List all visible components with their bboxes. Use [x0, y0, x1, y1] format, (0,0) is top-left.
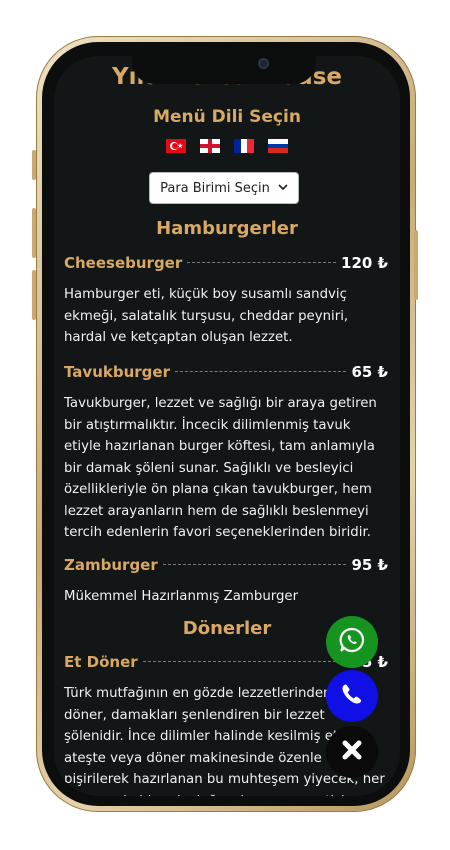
chevron-down-icon [278, 183, 288, 194]
dotted-leader [162, 564, 347, 565]
menu-item: Tavukburger 65 ₺ Tavukburger, lezzet ve … [64, 363, 388, 544]
item-name: Et Döner [64, 653, 138, 671]
item-price: 95 ₺ [351, 556, 388, 574]
power-button [414, 230, 418, 300]
close-icon [341, 739, 363, 765]
mute-switch [32, 150, 36, 180]
menu-item: Zamburger 95 ₺ Mükemmel Hazırlanmış Zamb… [64, 556, 388, 608]
dotted-leader [174, 371, 347, 372]
volume-up-button [32, 208, 36, 258]
item-description: Tavukburger, lezzet ve sağlığı bir araya… [64, 396, 377, 540]
currency-select[interactable]: Para Birimi Seçin [149, 172, 299, 204]
item-price: 65 ₺ [351, 363, 388, 381]
whatsapp-icon [338, 626, 366, 658]
phone-screen: Yıldız Steakhouse Menü Dili Seçin ★ Para… [54, 56, 400, 796]
dotted-leader [187, 262, 337, 263]
language-flags: ★ [54, 139, 400, 153]
item-name: Zamburger [64, 556, 158, 574]
phone-icon [339, 681, 365, 711]
turkish-flag-icon[interactable]: ★ [166, 139, 186, 153]
menu-item: Cheeseburger 120 ₺ Hamburger eti, küçük … [64, 254, 388, 349]
item-description: Mükemmel Hazırlanmış Zamburger [64, 589, 299, 604]
currency-select-label: Para Birimi Seçin [160, 180, 270, 196]
language-select-title: Menü Dili Seçin [153, 107, 301, 127]
item-price: 120 ₺ [341, 254, 388, 272]
item-name: Cheeseburger [64, 254, 183, 272]
item-name: Tavukburger [64, 363, 170, 381]
volume-down-button [32, 270, 36, 320]
item-description: Hamburger eti, küçük boy susamlı sandviç… [64, 287, 349, 345]
french-flag-icon[interactable] [234, 139, 254, 153]
section-title-hamburgerler: Hamburgerler [156, 218, 298, 239]
russian-flag-icon[interactable] [268, 139, 288, 153]
whatsapp-button[interactable] [326, 616, 378, 668]
call-button[interactable] [326, 670, 378, 722]
dotted-leader [142, 661, 347, 662]
english-flag-icon[interactable] [200, 139, 220, 153]
front-camera [258, 58, 269, 69]
phone-notch [132, 52, 316, 84]
close-button[interactable] [326, 726, 378, 778]
